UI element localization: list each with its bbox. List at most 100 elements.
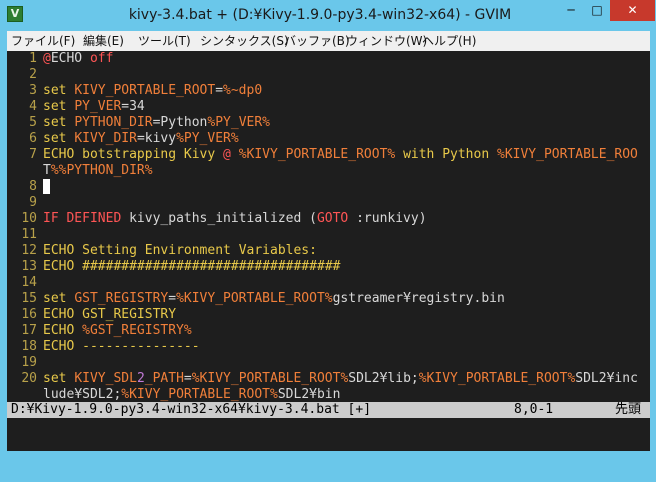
menu-edit[interactable]: 編集(E)	[83, 31, 124, 51]
symbol-token: =	[121, 99, 130, 114]
code-line[interactable]: 11	[7, 227, 650, 243]
code-text: lude¥SDL2;%KIVY_PORTABLE_ROOT%SDL2¥bin	[43, 387, 340, 402]
menu-buffers[interactable]: バッファ(B)	[284, 31, 350, 51]
code-line[interactable]: 13 ECHO #################################	[7, 259, 650, 275]
symbol-token: -	[144, 339, 153, 354]
symbol-token: #	[215, 259, 224, 274]
code-line[interactable]: 3 set KIVY_PORTABLE_ROOT=%~dp0	[7, 83, 650, 99]
menu-syntax[interactable]: シンタックス(S)	[200, 31, 289, 51]
code-line[interactable]: 5 set PYTHON_DIR=Python%PY_VER%	[7, 115, 650, 131]
title-bar[interactable]: V kivy-3.4.bat + (D:¥Kivy-1.9.0-py3.4-wi…	[0, 0, 656, 31]
echo-text-token: with	[403, 147, 435, 162]
symbol-token: -	[176, 339, 184, 354]
symbol-token: -	[89, 339, 98, 354]
control-token: DEFINED	[66, 211, 122, 226]
text-token: kivy_paths_initialized	[129, 211, 302, 226]
echo-text-token: Setting	[82, 243, 137, 258]
symbol-token: )	[418, 211, 427, 226]
line-number: 1	[29, 51, 37, 66]
symbol-token: #	[89, 259, 98, 274]
code-text: set KIVY_SDL2_PATH=%KIVY_PORTABLE_ROOT%S…	[43, 371, 638, 387]
number-token: 2	[598, 371, 607, 386]
variable-token: KIVY_PORTABLE_ROOT	[74, 83, 216, 98]
variable-token: %PY_VER%	[176, 131, 239, 146]
symbol-token: (	[309, 211, 317, 226]
symbol-token: -	[121, 339, 130, 354]
code-line[interactable]: 15 set GST_REGISTRY=%KIVY_PORTABLE_ROOT%g…	[7, 291, 650, 307]
variable-token: _PATH	[144, 371, 184, 386]
number-token: 34	[129, 99, 145, 114]
maximize-button[interactable]: □	[584, 0, 610, 21]
window-title: kivy-3.4.bat + (D:¥Kivy-1.9.0-py3.4-win3…	[128, 7, 512, 23]
code-line[interactable]: 12 ECHO Setting Environment Variables:	[7, 243, 650, 259]
number-token: 2	[136, 371, 145, 386]
echo-text-token: Kivy	[183, 147, 216, 162]
code-line[interactable]: 19	[7, 355, 650, 371]
symbol-token: #	[183, 259, 192, 274]
symbol-token: -	[168, 339, 177, 354]
keyword-token: ECHO	[43, 339, 75, 354]
code-line[interactable]: 1 @ECHO off	[7, 51, 650, 67]
symbol-token: #	[270, 259, 278, 274]
variable-token: KIVY_SDL	[74, 371, 137, 386]
minimize-button[interactable]: ─	[558, 0, 584, 21]
code-line[interactable]: 2	[7, 67, 650, 83]
code-line[interactable]: 8	[7, 179, 650, 195]
line-number: 9	[29, 195, 37, 210]
code-line[interactable]: 16 ECHO GST_REGISTRY	[7, 307, 650, 323]
menu-help[interactable]: ヘルプ(H)	[422, 31, 476, 51]
status-scroll-position: 先頭	[615, 402, 642, 417]
line-number: 11	[21, 227, 37, 242]
line-number: 6	[29, 131, 37, 146]
symbol-token: #	[97, 259, 106, 274]
code-text: ECHO %GST_REGISTRY%	[43, 323, 192, 339]
variable-token: PYTHON_DIR	[74, 115, 153, 130]
code-line[interactable]: 17 ECHO %GST_REGISTRY%	[7, 323, 650, 339]
keyword-token: ECHO	[43, 243, 75, 258]
text-token: lib	[387, 371, 411, 386]
symbol-token: -	[183, 339, 192, 354]
code-text	[43, 179, 50, 195]
code-line[interactable]: T%%PYTHON_DIR%	[7, 163, 650, 179]
code-line[interactable]: 10 IF DEFINED kivy_paths_initialized (GOT…	[7, 211, 650, 227]
menu-window[interactable]: ウィンドウ(W)	[346, 31, 427, 51]
command-line[interactable]	[7, 418, 650, 451]
variable-token: %KIVY_PORTABLE_ROOT%	[176, 291, 333, 306]
code-line[interactable]: 7 ECHO botstrapping Kivy @ %KIVY_PORTABLE…	[7, 147, 650, 163]
symbol-token: #	[230, 259, 239, 274]
variable-token: %PY_VER%	[207, 115, 271, 130]
keyword-token: set	[43, 99, 67, 114]
gvim-icon[interactable]: V	[7, 6, 23, 22]
symbol-token: #	[254, 259, 263, 274]
control-token: off	[89, 51, 114, 66]
code-line[interactable]: 20 set KIVY_SDL2_PATH=%KIVY_PORTABLE_ROOT…	[7, 371, 650, 387]
keyword-token: ECHO	[43, 307, 75, 322]
code-line[interactable]: 6 set KIVY_DIR=kivy%PY_VER%	[7, 131, 650, 147]
code-line[interactable]: 14	[7, 275, 650, 291]
close-button[interactable]: ✕	[610, 0, 655, 21]
code-line[interactable]: 9	[7, 195, 650, 211]
symbol-token: -	[129, 339, 137, 354]
text-cursor	[43, 179, 50, 194]
code-line[interactable]: 4 set PY_VER=34	[7, 99, 650, 115]
symbol-token: @	[223, 147, 231, 162]
menu-tools[interactable]: ツール(T)	[138, 31, 191, 51]
menu-file[interactable]: ファイル(F)	[11, 31, 75, 51]
code-line[interactable]: 18 ECHO ---------------	[7, 339, 650, 355]
editor-area[interactable]: 1 @ECHO off 2 3 set KIVY_PORTABLE_ROOT=%~dp0…	[7, 51, 650, 402]
symbol-token: ¥	[74, 387, 83, 402]
variable-token: %GST_REGISTRY%	[82, 323, 192, 338]
echo-text-token: Environment	[144, 243, 231, 258]
line-number: 4	[29, 99, 37, 114]
code-line[interactable]: lude¥SDL2;%KIVY_PORTABLE_ROOT%SDL2¥bin	[7, 387, 650, 402]
status-cursor-position: 8,0-1	[514, 402, 554, 417]
number-token: 2	[371, 371, 380, 386]
number-token: 2	[301, 387, 310, 402]
symbol-token: ;	[410, 371, 419, 386]
keyword-token: ECHO	[43, 259, 75, 274]
